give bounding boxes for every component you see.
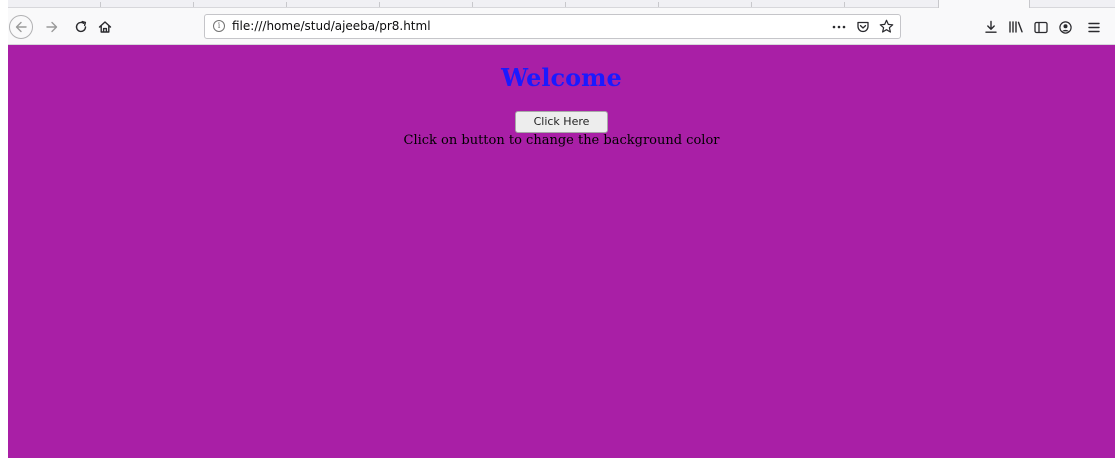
tab-separator [286,2,287,7]
tab-strip [8,0,1115,8]
tab-separator [565,2,566,7]
home-button[interactable] [93,15,117,39]
reload-button[interactable] [69,15,93,39]
tab-separator [751,2,752,7]
more-actions-icon [832,25,846,28]
url-bar[interactable]: i file:///home/stud/ajeeba/pr8.html [204,14,901,39]
more-actions-button[interactable] [830,18,848,35]
active-tab[interactable] [938,0,1030,8]
back-arrow-icon [15,21,27,33]
sidebar-icon [1034,21,1048,33]
reload-icon [75,20,87,33]
forward-button[interactable] [40,15,64,39]
change-background-button[interactable]: Click Here [515,111,608,133]
bookmark-button[interactable] [877,18,895,35]
tab-separator [844,2,845,7]
bookmark-star-icon [879,19,893,33]
downloads-button[interactable] [982,16,1000,38]
library-icon [1009,21,1023,33]
navigation-toolbar: i file:///home/stud/ajeeba/pr8.html [8,8,1115,45]
tab-separator [100,2,101,7]
tab-separator [472,2,473,7]
tab-separator [379,2,380,7]
library-button[interactable] [1006,16,1026,38]
page-heading: Welcome [501,63,622,92]
page-content: Welcome Click Here Click on button to ch… [8,45,1115,458]
tab-separator [658,2,659,7]
account-icon [1058,20,1072,34]
back-button[interactable] [9,15,33,39]
pocket-button[interactable] [854,18,872,35]
download-icon [985,20,997,33]
forward-arrow-icon [46,21,58,33]
menu-button[interactable] [1084,16,1104,38]
instruction-text: Click on button to change the background… [403,133,720,148]
pocket-icon [857,21,869,32]
hamburger-menu-icon [1088,22,1100,32]
sidebar-button[interactable] [1032,16,1050,38]
home-icon [98,21,112,33]
info-icon[interactable]: i [213,20,225,32]
tab-separator [193,2,194,7]
account-button[interactable] [1056,16,1074,38]
browser-window: i file:///home/stud/ajeeba/pr8.html Welc… [0,0,1115,458]
url-text[interactable]: file:///home/stud/ajeeba/pr8.html [232,19,431,33]
